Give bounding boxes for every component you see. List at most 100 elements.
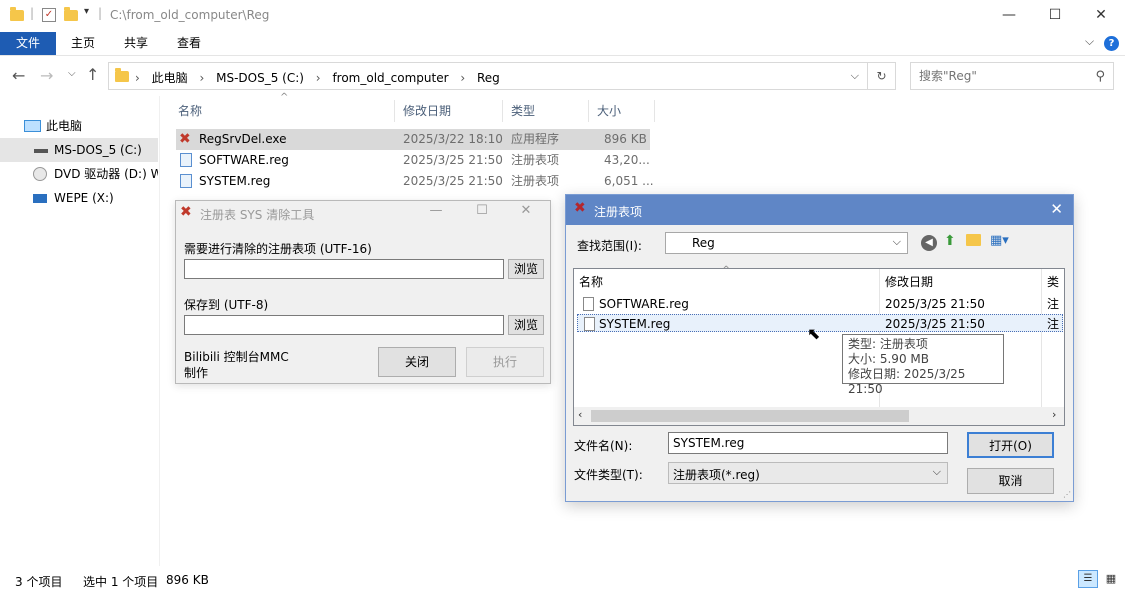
crumb-this-pc[interactable]: 此电脑 xyxy=(152,71,188,85)
help-icon[interactable]: ? xyxy=(1104,36,1119,51)
file-tooltip: 类型: 注册表项 大小: 5.90 MB 修改日期: 2025/3/25 21:… xyxy=(842,334,1004,396)
properties-icon[interactable]: ✓ xyxy=(42,8,56,22)
back-icon[interactable]: ◀ xyxy=(921,235,937,251)
app-icon: ✖ xyxy=(180,204,192,220)
nav-item-wepe[interactable]: WEPE (X:) xyxy=(0,186,158,210)
nav-item-drive-c[interactable]: MS-DOS_5 (C:) xyxy=(0,138,158,162)
filetype-dropdown[interactable]: 注册表项(*.reg) ⌵ xyxy=(668,462,948,484)
new-folder-icon[interactable] xyxy=(64,7,78,21)
search-input[interactable] xyxy=(919,64,1089,88)
nav-item-this-pc[interactable]: 此电脑 xyxy=(0,114,158,138)
column-header-name[interactable]: 名称 xyxy=(170,100,395,122)
scrollbar-thumb[interactable] xyxy=(591,410,909,422)
new-folder-icon[interactable] xyxy=(966,234,981,246)
dialog-close-button[interactable]: ✕ xyxy=(1050,200,1063,218)
browse-save-button[interactable]: 浏览 xyxy=(508,315,544,335)
sort-ascending-icon: ^ xyxy=(722,265,731,276)
close-button[interactable]: ✕ xyxy=(1078,0,1124,30)
customize-toolbar-icon[interactable]: ▾ xyxy=(84,6,89,17)
crumb-separator: › xyxy=(199,71,205,85)
drive-icon xyxy=(34,149,48,153)
tab-view[interactable]: 查看 xyxy=(163,32,215,55)
dialog-title-bar: ✖ 注册表项 ✕ xyxy=(566,195,1073,225)
usb-drive-icon xyxy=(33,194,47,203)
list-header-name[interactable]: 名称 xyxy=(579,273,603,290)
back-arrow-icon[interactable]: ← xyxy=(12,66,25,85)
list-header-date[interactable]: 修改日期 xyxy=(885,273,933,290)
horizontal-scrollbar[interactable]: ‹ › xyxy=(574,407,1064,425)
refresh-button[interactable]: ↻ xyxy=(868,62,896,90)
tool-maximize-button[interactable]: ☐ xyxy=(462,203,502,218)
look-in-dropdown[interactable]: Reg ⌵ xyxy=(665,232,908,254)
look-in-label: 查找范围(I): xyxy=(577,239,642,253)
selected-size: 896 KB xyxy=(166,573,209,587)
recent-locations-icon[interactable]: ⌵ xyxy=(68,68,76,79)
cancel-button[interactable]: 取消 xyxy=(967,468,1054,494)
folder-icon xyxy=(10,7,24,21)
resize-grip-icon[interactable]: ⋰ xyxy=(1063,490,1071,499)
folder-icon xyxy=(115,68,129,82)
tab-share[interactable]: 共享 xyxy=(110,32,162,55)
source-path-input[interactable] xyxy=(184,259,504,279)
file-icon xyxy=(583,297,594,311)
details-view-icon[interactable]: ☰ xyxy=(1078,570,1098,588)
large-icons-view-icon[interactable]: ▦ xyxy=(1102,570,1120,588)
app-icon: ✖ xyxy=(179,131,191,147)
tool-minimize-button[interactable]: — xyxy=(416,203,456,218)
reg-file-icon xyxy=(180,153,192,167)
tool-close-button[interactable]: ✕ xyxy=(506,203,546,218)
tool-title: 注册表 SYS 清除工具 xyxy=(200,208,315,222)
app-icon: ✖ xyxy=(574,200,586,216)
file-icon xyxy=(584,317,595,331)
tab-home[interactable]: 主页 xyxy=(57,32,109,55)
crumb-drive[interactable]: MS-DOS_5 (C:) xyxy=(216,71,304,85)
address-dropdown-icon[interactable]: ⌵ xyxy=(851,69,859,83)
crumb-separator: › xyxy=(460,71,466,85)
reg-file-icon xyxy=(180,174,192,188)
browse-source-button[interactable]: 浏览 xyxy=(508,259,544,279)
close-tool-button[interactable]: 关闭 xyxy=(378,347,456,377)
scroll-left-icon[interactable]: ‹ xyxy=(578,408,582,421)
list-item[interactable]: SOFTWARE.reg 2025/3/25 21:50 注 xyxy=(577,295,1063,313)
view-menu-icon[interactable]: ▦▾ xyxy=(990,233,1009,248)
column-header-type[interactable]: 类型 xyxy=(503,100,589,122)
search-icon: ⚲ xyxy=(1095,69,1105,84)
file-list: ^ 名称 修改日期 类型 大小 ✖ RegSrvDel.exe 2025/3/2… xyxy=(170,92,660,196)
up-folder-icon[interactable]: ⬆ xyxy=(944,233,956,249)
tooltip-size: 大小: 5.90 MB xyxy=(848,352,929,366)
filename-label: 文件名(N): xyxy=(574,439,633,453)
filetype-label: 文件类型(T): xyxy=(574,468,643,482)
crumb-current[interactable]: Reg xyxy=(477,71,500,85)
chevron-down-icon: ⌵ xyxy=(932,465,941,478)
column-divider xyxy=(1041,269,1042,407)
reg-clean-tool-window: ✖ 注册表 SYS 清除工具 — ☐ ✕ 需要进行清除的注册表项 (UTF-16… xyxy=(175,200,551,384)
selected-count: 选中 1 个项目 xyxy=(83,575,159,589)
minimize-button[interactable]: — xyxy=(986,0,1032,30)
up-arrow-icon[interactable]: ↑ xyxy=(86,65,99,84)
crumb-folder[interactable]: from_old_computer xyxy=(332,71,448,85)
item-count: 3 个项目 xyxy=(15,575,63,589)
column-header-size[interactable]: 大小 xyxy=(589,100,655,122)
expand-ribbon-icon[interactable]: ⌵ xyxy=(1085,34,1094,49)
forward-arrow-icon[interactable]: → xyxy=(40,66,53,85)
scroll-right-icon[interactable]: › xyxy=(1052,408,1056,421)
save-path-input[interactable] xyxy=(184,315,504,335)
run-button[interactable]: 执行 xyxy=(466,347,544,377)
open-button[interactable]: 打开(O) xyxy=(967,432,1054,458)
file-row[interactable]: SYSTEM.reg 2025/3/25 21:50 注册表项 6,051 ..… xyxy=(176,171,654,192)
file-row[interactable]: ✖ RegSrvDel.exe 2025/3/22 18:10 应用程序 896… xyxy=(176,129,650,150)
open-file-dialog: ✖ 注册表项 ✕ 查找范围(I): Reg ⌵ ◀ ⬆ ▦▾ ^ 名称 修改日期… xyxy=(565,194,1074,502)
column-header-date[interactable]: 修改日期 xyxy=(395,100,503,122)
search-box[interactable]: ⚲ xyxy=(910,62,1114,90)
maximize-button[interactable]: ☐ xyxy=(1032,0,1078,30)
filename-input[interactable]: SYSTEM.reg xyxy=(668,432,948,454)
list-header-type[interactable]: 类 xyxy=(1047,273,1059,290)
address-bar[interactable]: › 此电脑 › MS-DOS_5 (C:) › from_old_compute… xyxy=(108,62,868,90)
nav-item-dvd-drive[interactable]: DVD 驱动器 (D:) W xyxy=(0,162,158,186)
file-row[interactable]: SOFTWARE.reg 2025/3/25 21:50 注册表项 43,20.… xyxy=(176,150,650,171)
pane-divider[interactable] xyxy=(159,96,160,566)
source-label: 需要进行清除的注册表项 (UTF-16) xyxy=(184,242,372,256)
refresh-icon: ↻ xyxy=(876,69,887,83)
tooltip-type: 类型: 注册表项 xyxy=(848,337,928,351)
tab-file[interactable]: 文件 xyxy=(0,32,56,55)
